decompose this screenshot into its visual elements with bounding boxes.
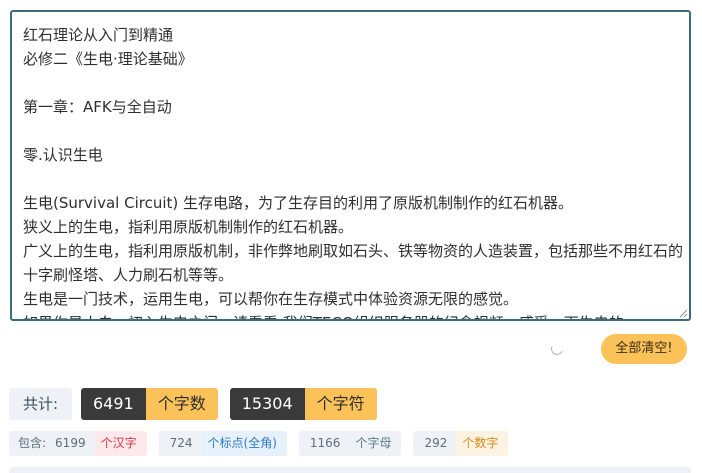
totals-row: 共计: 6491 个字数 15304 个字符 (9, 388, 389, 420)
symbol-count-unit: 个字符 (304, 388, 377, 420)
text-input-area[interactable]: 红石理论从入门到精通 必修二《生电·理论基础》 第一章：AFK与全自动 零.认识… (10, 10, 691, 321)
totals-label: 共计: (9, 388, 72, 420)
hanzi-count-unit: 个汉字 (94, 431, 147, 456)
digits-count-unit: 个数字 (456, 431, 509, 456)
char-count-value: 6491 (81, 388, 146, 420)
clear-all-button[interactable]: 全部清空! (601, 334, 687, 364)
punctuation-count-value: 724 (158, 431, 202, 456)
digits-count-value: 292 (413, 431, 457, 456)
symbol-count-value: 15304 (229, 388, 305, 420)
details-label: 包含: (9, 431, 56, 456)
letters-count-unit: 个字母 (349, 431, 402, 456)
resize-handle-icon[interactable] (679, 309, 688, 318)
editor-content[interactable]: 红石理论从入门到精通 必修二《生电·理论基础》 第一章：AFK与全自动 零.认识… (23, 23, 683, 319)
punctuation-chip: 724 个标点(全角) (158, 431, 287, 456)
footer-bar (9, 467, 691, 473)
symbol-count-stat: 15304 个字符 (229, 388, 377, 420)
hanzi-count-value: 6199 (55, 431, 95, 456)
details-row: 包含: 6199 个汉字 724 个标点(全角) 1166 个字母 292 个数… (9, 431, 520, 456)
hanzi-chip: 包含: 6199 个汉字 (9, 431, 147, 456)
char-count-unit: 个字数 (145, 388, 218, 420)
loading-spinner-icon (549, 341, 565, 357)
letters-chip: 1166 个字母 (298, 431, 402, 456)
digits-chip: 292 个数字 (413, 431, 509, 456)
letters-count-value: 1166 (298, 431, 350, 456)
char-count-stat: 6491 个字数 (81, 388, 218, 420)
punctuation-count-unit: 个标点(全角) (201, 431, 287, 456)
